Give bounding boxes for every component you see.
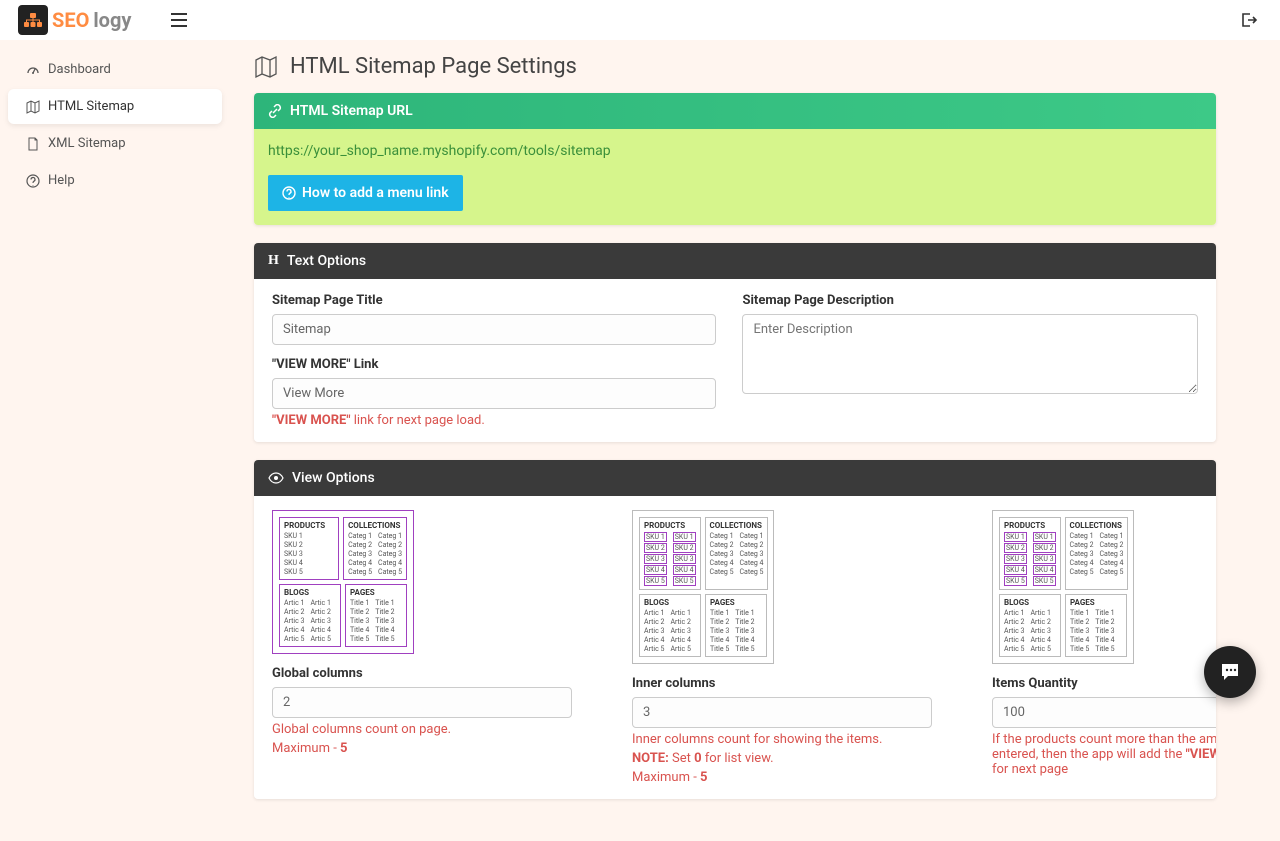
nav-label: XML Sitemap — [48, 136, 126, 151]
inner-columns-input[interactable] — [632, 697, 932, 728]
global-hint: Global columns count on page. — [272, 722, 572, 737]
text-options-header: H Text Options — [254, 243, 1216, 279]
map-icon — [254, 55, 278, 79]
question-circle-icon — [282, 186, 296, 200]
viewmore-label: "VIEW MORE" Link — [272, 357, 716, 372]
global-columns-label: Global columns — [272, 666, 572, 681]
viewmore-input[interactable] — [272, 378, 716, 409]
chat-widget-button[interactable] — [1204, 646, 1256, 698]
sidebar-item-xml-sitemap[interactable]: XML Sitemap — [8, 126, 222, 161]
inner-hint: Inner columns count for showing the item… — [632, 732, 932, 747]
global-columns-input[interactable] — [272, 687, 572, 718]
text-options-card: H Text Options Sitemap Page Title "VIEW … — [254, 243, 1216, 442]
view-options-header: View Options — [254, 460, 1216, 496]
inner-columns-label: Inner columns — [632, 676, 932, 691]
logo-badge-icon — [18, 5, 48, 35]
viewmore-hint: "VIEW MORE" link for next page load. — [272, 413, 716, 428]
gauge-icon — [26, 63, 40, 77]
items-quantity-label: Items Quantity — [992, 676, 1216, 691]
top-bar: SEOlogy — [0, 0, 1280, 40]
nav-label: Help — [48, 173, 75, 188]
view-options-card: View Options PRODUCTSSKU 1SKU 2SKU 3SKU … — [254, 460, 1216, 799]
logo: SEOlogy — [18, 5, 131, 35]
sitemap-title-input[interactable] — [272, 314, 716, 345]
link-icon — [268, 104, 282, 118]
how-to-add-menu-link-button[interactable]: How to add a menu link — [268, 175, 463, 211]
page-title: HTML Sitemap Page Settings — [254, 54, 1216, 79]
sitemap-desc-label: Sitemap Page Description — [742, 293, 1198, 308]
sitemap-url-link[interactable]: https://your_shop_name.myshopify.com/too… — [268, 143, 1202, 159]
url-card-header: HTML Sitemap URL — [254, 93, 1216, 129]
items-hint: If the products count more than the amou… — [992, 732, 1216, 777]
sitemap-desc-textarea[interactable] — [742, 314, 1198, 394]
heading-icon: H — [268, 253, 279, 269]
items-quantity-input[interactable] — [992, 697, 1216, 728]
file-icon — [26, 137, 40, 151]
nav-label: HTML Sitemap — [48, 99, 134, 114]
nav-label: Dashboard — [48, 62, 111, 77]
url-card: HTML Sitemap URL https://your_shop_name.… — [254, 93, 1216, 225]
sidebar: Dashboard HTML Sitemap XML Sitemap Help — [0, 40, 230, 841]
sidebar-item-dashboard[interactable]: Dashboard — [8, 52, 222, 87]
sidebar-item-html-sitemap[interactable]: HTML Sitemap — [8, 89, 222, 124]
logout-icon[interactable] — [1240, 12, 1258, 28]
sitemap-title-label: Sitemap Page Title — [272, 293, 716, 308]
sidebar-item-help[interactable]: Help — [8, 163, 222, 198]
logo-text-seo: SEO — [52, 8, 89, 32]
logo-text-logy: logy — [93, 8, 131, 32]
question-icon — [26, 174, 40, 188]
map-icon — [26, 100, 40, 114]
menu-toggle-icon[interactable] — [171, 13, 187, 27]
eye-icon — [268, 472, 284, 484]
